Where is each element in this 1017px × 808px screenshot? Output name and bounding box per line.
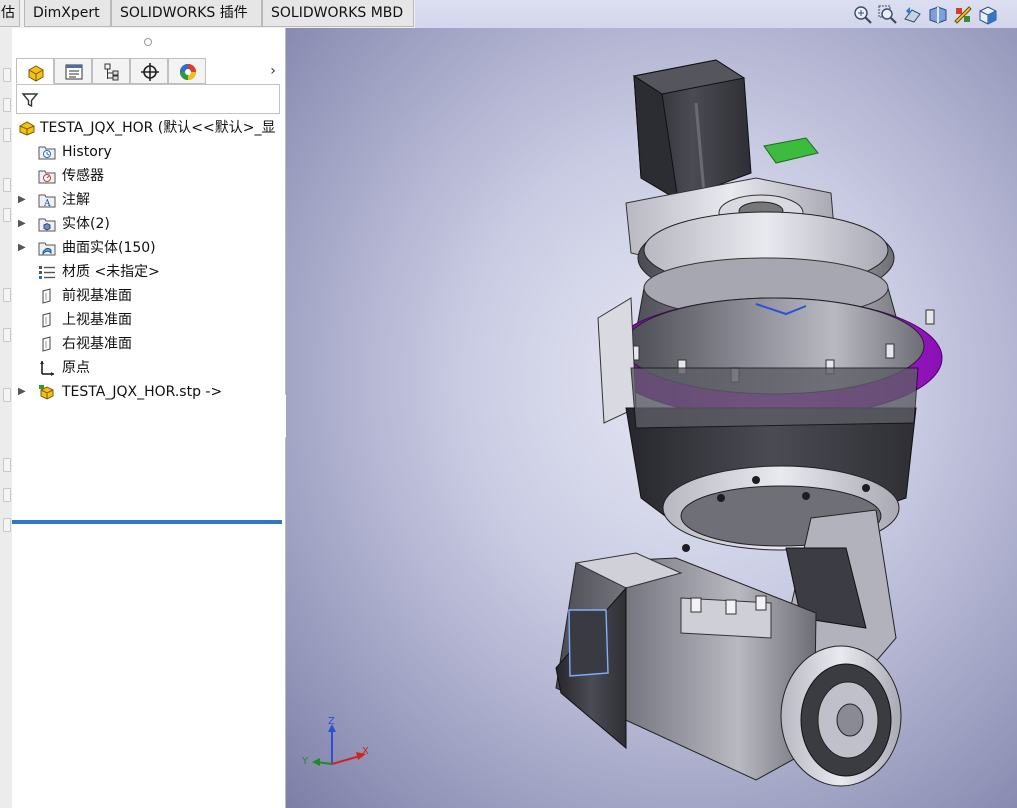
expand-chevron-icon[interactable]: ▶ xyxy=(18,188,28,212)
panel-grip[interactable] xyxy=(144,38,152,46)
annotations-folder-icon: A xyxy=(38,194,56,208)
origin-icon xyxy=(40,361,54,376)
zoom-to-fit-icon[interactable] xyxy=(852,4,874,26)
plane-icon xyxy=(42,312,51,328)
model-rendering xyxy=(555,59,943,787)
tree-item-label: 传感器 xyxy=(62,168,104,184)
expand-chevron-icon[interactable]: ▶ xyxy=(18,212,28,236)
feature-manager-tabs: › xyxy=(16,58,280,84)
tree-item-top-plane[interactable]: 上视基准面 xyxy=(12,308,285,332)
dimxpertmanager-tab[interactable] xyxy=(130,58,168,84)
tree-item-material[interactable]: 材质 <未指定> xyxy=(12,260,285,284)
plane-icon xyxy=(42,336,51,352)
tree-item-label: TESTA_JQX_HOR.stp -> xyxy=(62,384,223,400)
displaymanager-tab[interactable] xyxy=(168,58,206,84)
tree-item-label: 曲面实体(150) xyxy=(62,240,156,256)
plane-icon xyxy=(42,288,51,304)
tab-solidworks-addins[interactable]: SOLIDWORKS 插件 xyxy=(111,0,262,27)
tree-item-surface-bodies[interactable]: ▶ 曲面实体(150) xyxy=(12,236,285,260)
tab-solidworks-mbd[interactable]: SOLIDWORKS MBD xyxy=(262,0,414,27)
tree-item-label: 前视基准面 xyxy=(62,288,132,304)
reference-triad[interactable]: Z X Y xyxy=(300,716,390,778)
material-icon xyxy=(39,266,55,279)
tree-item-label: 注解 xyxy=(62,192,90,208)
featuremanager-tree-icon xyxy=(28,65,44,82)
part-icon xyxy=(19,121,35,136)
feature-manager-panel: › TESTA_JQX_HOR (默认<<默认>_显 History 传感器 ▶… xyxy=(12,28,286,808)
graphics-viewport[interactable]: Z X Y xyxy=(286,28,1017,808)
tree-item-sensors[interactable]: 传感器 xyxy=(12,164,285,188)
imported-feature-icon xyxy=(39,385,54,400)
view-setting-icon[interactable] xyxy=(952,4,974,26)
tab-evaluate[interactable]: 估 xyxy=(0,0,20,27)
section-view-icon[interactable] xyxy=(927,4,949,26)
tree-item-label: 实体(2) xyxy=(62,216,110,232)
tree-filter-bar[interactable] xyxy=(16,84,280,114)
zoom-to-area-icon[interactable] xyxy=(877,4,899,26)
tree-item-label: 右视基准面 xyxy=(62,336,132,352)
tree-item-front-plane[interactable]: 前视基准面 xyxy=(12,284,285,308)
featuremanager-tree-tab[interactable] xyxy=(16,58,54,84)
heads-up-view-toolbar xyxy=(415,0,1017,28)
tree-item-origin[interactable]: 原点 xyxy=(12,356,285,380)
sensors-folder-icon xyxy=(38,170,56,184)
tree-item-solid-bodies[interactable]: ▶ 实体(2) xyxy=(12,212,285,236)
tree-item-right-plane[interactable]: 右视基准面 xyxy=(12,332,285,356)
filter-icon[interactable] xyxy=(21,91,39,109)
dimxpertmanager-icon xyxy=(141,63,159,81)
tree-item-label: 材质 <未指定> xyxy=(62,264,160,280)
triad-x-label: X xyxy=(362,746,369,757)
tree-root-part[interactable]: TESTA_JQX_HOR (默认<<默认>_显 xyxy=(12,116,285,140)
propertymanager-icon xyxy=(65,64,83,80)
tree-root-label: TESTA_JQX_HOR (默认<<默认>_显 xyxy=(40,120,276,136)
configurationmanager-icon xyxy=(104,63,119,81)
more-tabs-chevron-icon[interactable]: › xyxy=(266,61,280,81)
tree-item-history[interactable]: History xyxy=(12,140,285,164)
previous-view-icon[interactable] xyxy=(902,4,924,26)
configurationmanager-tab[interactable] xyxy=(92,58,130,84)
tree-item-annotations[interactable]: ▶ A 注解 xyxy=(12,188,285,212)
tab-dimxpert[interactable]: DimXpert xyxy=(24,0,111,27)
expand-chevron-icon[interactable]: ▶ xyxy=(18,236,28,260)
surface-bodies-folder-icon xyxy=(38,242,56,256)
expand-chevron-icon[interactable]: ▶ xyxy=(18,380,28,404)
tree-item-label: 原点 xyxy=(62,360,90,376)
propertymanager-tab[interactable] xyxy=(54,58,92,84)
svg-text:A: A xyxy=(43,199,51,208)
tree-item-label: 上视基准面 xyxy=(62,312,132,328)
triad-y-label: Y xyxy=(302,756,309,767)
solid-bodies-folder-icon xyxy=(38,218,56,232)
history-folder-icon xyxy=(38,146,56,160)
tree-item-imported-feature[interactable]: ▶ TESTA_JQX_HOR.stp -> xyxy=(12,380,285,404)
displaymanager-icon xyxy=(180,64,196,80)
rollback-bar[interactable] xyxy=(12,520,282,524)
tree-item-label: History xyxy=(62,144,112,160)
axis-triad-icon xyxy=(312,724,366,766)
view-orientation-icon[interactable] xyxy=(977,4,999,26)
triad-z-label: Z xyxy=(328,716,335,727)
